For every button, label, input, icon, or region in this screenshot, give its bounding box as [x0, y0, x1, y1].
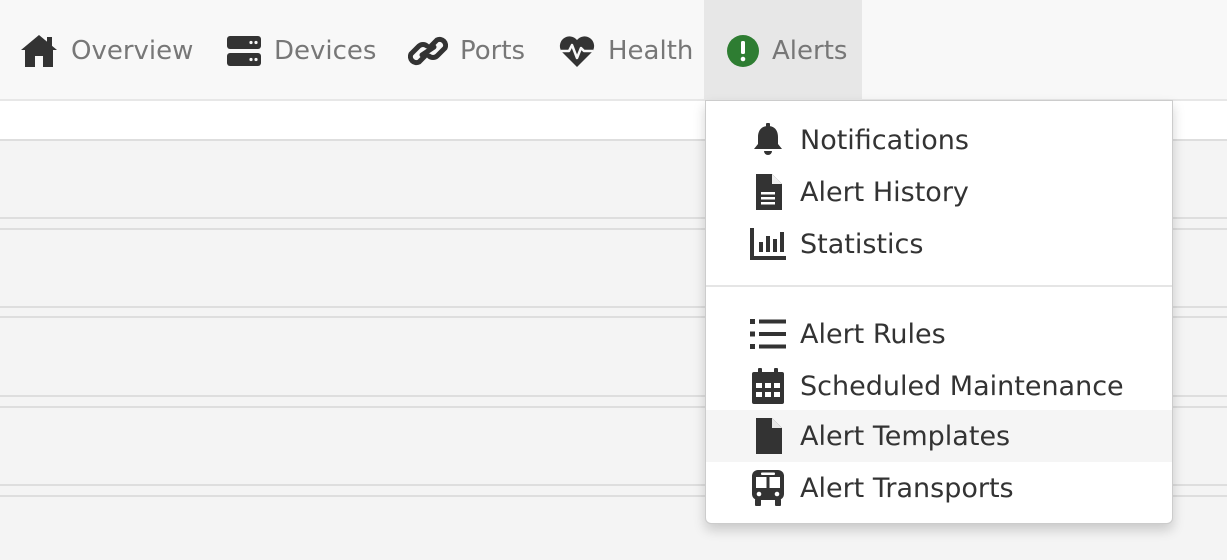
nav-ports-label: Ports — [460, 35, 526, 66]
calendar-icon — [750, 368, 786, 404]
home-icon — [19, 33, 59, 69]
nav-overview[interactable]: Overview — [19, 0, 193, 101]
bell-icon — [750, 122, 786, 158]
nav-alerts[interactable]: Alerts — [704, 0, 862, 101]
menu-divider — [706, 285, 1172, 287]
menu-item-scheduled-maintenance[interactable]: Scheduled Maintenance — [706, 360, 1172, 412]
bus-icon — [750, 470, 786, 506]
menu-item-label: Alert History — [800, 176, 969, 208]
file-icon — [750, 418, 786, 454]
menu-item-alert-templates[interactable]: Alert Templates — [706, 410, 1172, 462]
nav-health[interactable]: Health — [558, 0, 693, 101]
menu-item-alert-history[interactable]: Alert History — [706, 166, 1172, 218]
nav-ports[interactable]: Ports — [408, 0, 525, 101]
link-icon — [408, 33, 448, 69]
menu-item-label: Notifications — [800, 124, 969, 156]
bar-chart-icon — [750, 226, 786, 262]
menu-item-notifications[interactable]: Notifications — [706, 114, 1172, 166]
exclamation-circle-icon — [726, 34, 760, 68]
menu-item-label: Alert Rules — [800, 318, 946, 350]
nav-overview-label: Overview — [71, 35, 194, 66]
list-icon — [750, 316, 786, 352]
nav-devices[interactable]: Devices — [226, 0, 376, 101]
menu-item-statistics[interactable]: Statistics — [706, 218, 1172, 270]
server-icon — [226, 35, 262, 67]
top-navbar: Overview Devices Ports Health Alerts — [0, 0, 1227, 101]
alerts-dropdown-menu: Notifications Alert History Statistics A… — [705, 100, 1173, 524]
menu-item-alert-transports[interactable]: Alert Transports — [706, 462, 1172, 514]
menu-item-label: Alert Transports — [800, 472, 1014, 504]
menu-item-label: Alert Templates — [800, 420, 1011, 452]
nav-alerts-label: Alerts — [772, 35, 848, 66]
file-text-icon — [750, 174, 786, 210]
menu-item-label: Scheduled Maintenance — [800, 370, 1124, 402]
menu-item-alert-rules[interactable]: Alert Rules — [706, 308, 1172, 360]
nav-health-label: Health — [608, 35, 694, 66]
heartbeat-icon — [558, 34, 596, 68]
menu-item-label: Statistics — [800, 228, 924, 260]
nav-devices-label: Devices — [274, 35, 377, 66]
